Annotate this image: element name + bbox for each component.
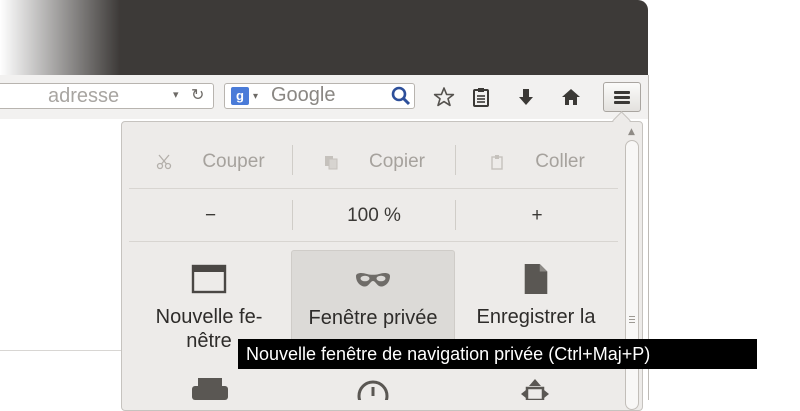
save-page-label: Enregistrer la xyxy=(476,306,596,328)
hamburger-menu-icon xyxy=(614,91,630,94)
zoom-in-label: + xyxy=(531,204,543,226)
zoom-in-button[interactable]: + xyxy=(456,190,618,241)
search-icon[interactable] xyxy=(391,85,411,107)
clipboard-icon xyxy=(491,154,503,170)
copy-icon xyxy=(325,155,338,169)
zoom-reset-button[interactable]: 100 % xyxy=(293,190,455,241)
zoom-out-button[interactable]: − xyxy=(129,190,292,241)
reading-list-icon[interactable] xyxy=(470,86,492,108)
private-window-label: Fenêtre privée xyxy=(308,307,438,329)
paste-label: Coller xyxy=(535,150,585,172)
cut-label: Couper xyxy=(202,150,265,172)
url-history-dropdown-icon[interactable]: ▾ xyxy=(173,88,179,101)
history-icon[interactable] xyxy=(355,378,391,400)
content-divider xyxy=(0,350,122,351)
titlebar-fade xyxy=(0,0,120,75)
private-mask-icon xyxy=(356,272,390,287)
scissors-icon xyxy=(157,154,172,169)
print-icon[interactable] xyxy=(190,378,230,400)
copy-button[interactable]: Copier xyxy=(293,135,455,188)
url-placeholder: adresse xyxy=(48,85,120,107)
paste-button[interactable]: Coller xyxy=(456,135,618,188)
zoom-level: 100 % xyxy=(347,204,401,226)
search-placeholder: Google xyxy=(271,84,336,106)
new-window-label-line1: Nouvelle fe- xyxy=(155,306,263,328)
search-engine-dropdown-icon[interactable]: ▾ xyxy=(253,91,258,102)
new-window-icon xyxy=(191,264,227,294)
download-icon[interactable] xyxy=(515,86,537,108)
save-page-icon xyxy=(524,263,548,295)
bookmark-star-icon[interactable] xyxy=(433,86,455,108)
fullscreen-icon[interactable] xyxy=(517,378,553,400)
panel-scrollbar[interactable] xyxy=(625,140,639,410)
zoom-controls-row: − 100 % + xyxy=(129,190,618,242)
private-window-tooltip: Nouvelle fenêtre de navigation privée (C… xyxy=(238,339,757,369)
reload-icon[interactable]: ↻ xyxy=(191,85,204,104)
cut-button[interactable]: Couper xyxy=(129,135,292,188)
zoom-out-label: − xyxy=(204,204,217,226)
copy-label: Copier xyxy=(369,150,425,172)
home-icon[interactable] xyxy=(560,86,582,108)
hamburger-menu-button[interactable] xyxy=(603,82,641,112)
edit-controls-row: Couper Copier Coller xyxy=(129,135,618,189)
scroll-up-icon[interactable]: ▲ xyxy=(628,127,635,137)
scrollbar-grip xyxy=(629,316,635,325)
google-engine-icon[interactable]: g xyxy=(231,87,249,105)
